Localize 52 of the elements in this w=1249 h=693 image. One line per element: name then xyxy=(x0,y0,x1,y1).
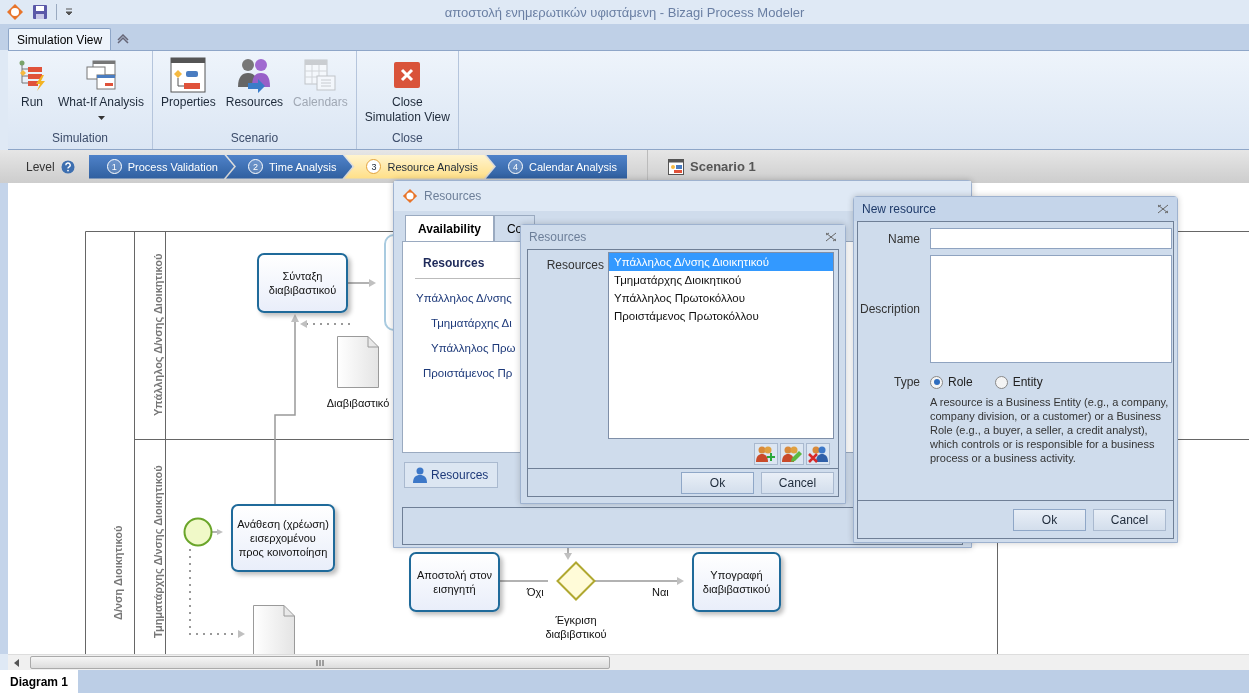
group-label: Close xyxy=(392,131,423,145)
document-tab[interactable]: Diagram 1 xyxy=(0,670,79,693)
field-label: Resources xyxy=(546,258,604,272)
list-item[interactable]: Υπάλληλος Πρωτοκόλλου xyxy=(609,289,833,307)
task-box: Υπογραφή διαβιβαστικού xyxy=(692,552,781,612)
dialog-title: Resources xyxy=(424,189,482,203)
level-step[interactable]: 4 Calendar Analysis xyxy=(485,154,627,179)
ribbon-button[interactable]: Close Simulation View xyxy=(360,53,454,128)
list-item[interactable]: Τμηματάρχης Διοικητικού xyxy=(609,271,833,289)
dialog-button[interactable]: Ok xyxy=(681,471,754,494)
ribbon-button[interactable]: Properties xyxy=(157,53,220,128)
scenario-title: Scenario 1 xyxy=(690,159,756,174)
column-header: Resources xyxy=(423,256,485,270)
ribbon-tab[interactable]: Simulation View xyxy=(8,28,112,50)
dialog-button[interactable]: Ok xyxy=(1013,508,1086,531)
lane-label: Υπάλληλος Δ/νσης Διοικητικού xyxy=(150,252,165,419)
group-label: Simulation xyxy=(52,131,109,145)
group-label: Scenario xyxy=(230,131,279,145)
field-label: Description xyxy=(858,302,920,316)
dialog-button[interactable]: Cancel xyxy=(1093,508,1166,531)
ribbon-button[interactable]: What-If Analysis xyxy=(54,53,149,128)
radio-button[interactable]: Role xyxy=(930,375,973,389)
ribbon-button[interactable]: Run xyxy=(12,53,52,128)
level-label: Level xyxy=(26,159,55,174)
gateway-label: Έγκριση διαβιβστικού xyxy=(544,613,608,641)
level-step[interactable]: 1 Process Validation xyxy=(88,154,234,179)
ribbon-button[interactable]: Resources xyxy=(221,53,288,128)
task-box: Σύνταξη διαβιβαστικού xyxy=(257,253,348,313)
task-box: Ανάθεση (χρέωση) εισερχομένου προς κοινοποίηση xyxy=(231,504,335,572)
window-title: αποστολή ενημερωτικών υφιστάμενη - Bizagi Process Modeler xyxy=(444,4,805,20)
edge-label: Ναι xyxy=(652,585,669,599)
document-label: Διαβιβαστικό xyxy=(325,396,391,410)
resource-name: Υπάλληλος Δ/νσης xyxy=(416,292,512,304)
level-step[interactable]: 2 Time Analysis xyxy=(226,154,353,179)
dialog-title: New resource xyxy=(862,202,937,216)
task-box: Αποστολή στον εισηγητή xyxy=(409,552,500,612)
radio-button[interactable]: Entity xyxy=(994,375,1043,389)
resource-name: Προιστάμενος Πρ xyxy=(423,367,513,379)
field-label: Name xyxy=(887,231,920,246)
field-label: Type xyxy=(893,374,920,389)
resource-name: Υπάλληλος Πρω xyxy=(431,342,516,354)
resource-name: Τμηματάρχης Δι xyxy=(431,317,512,329)
edge-label: Όχι xyxy=(527,585,544,599)
dialog-button[interactable]: Cancel xyxy=(761,471,834,494)
list-item[interactable]: Προιστάμενος Πρωτοκόλλου xyxy=(609,307,833,325)
level-step[interactable]: 3 Resource Analysis xyxy=(344,154,494,179)
dialog-tab[interactable]: Availability xyxy=(405,215,494,241)
resources-button[interactable]: Resources xyxy=(404,462,498,488)
lane-label: Τμηματάρχης Δ/νσης Διοικητικού xyxy=(150,464,165,640)
help-text: A resource is a Business Entity (e.g., a company, company division, or a customer) or a Business Role (e.g., a buyer, a seller, a credit analyst), which controls or is responsible for a business process or a business activity. xyxy=(930,395,1170,465)
resource-list[interactable]: Υπάλληλος Δ/νσης Διοικητικού Τμηματάρχης Διοικητικού Υπάλληλος Πρωτοκόλλου Προιστάμενος Πρωτοκόλλου xyxy=(608,252,834,439)
pool-label: Δ/νση Διοικητικού xyxy=(110,524,125,623)
